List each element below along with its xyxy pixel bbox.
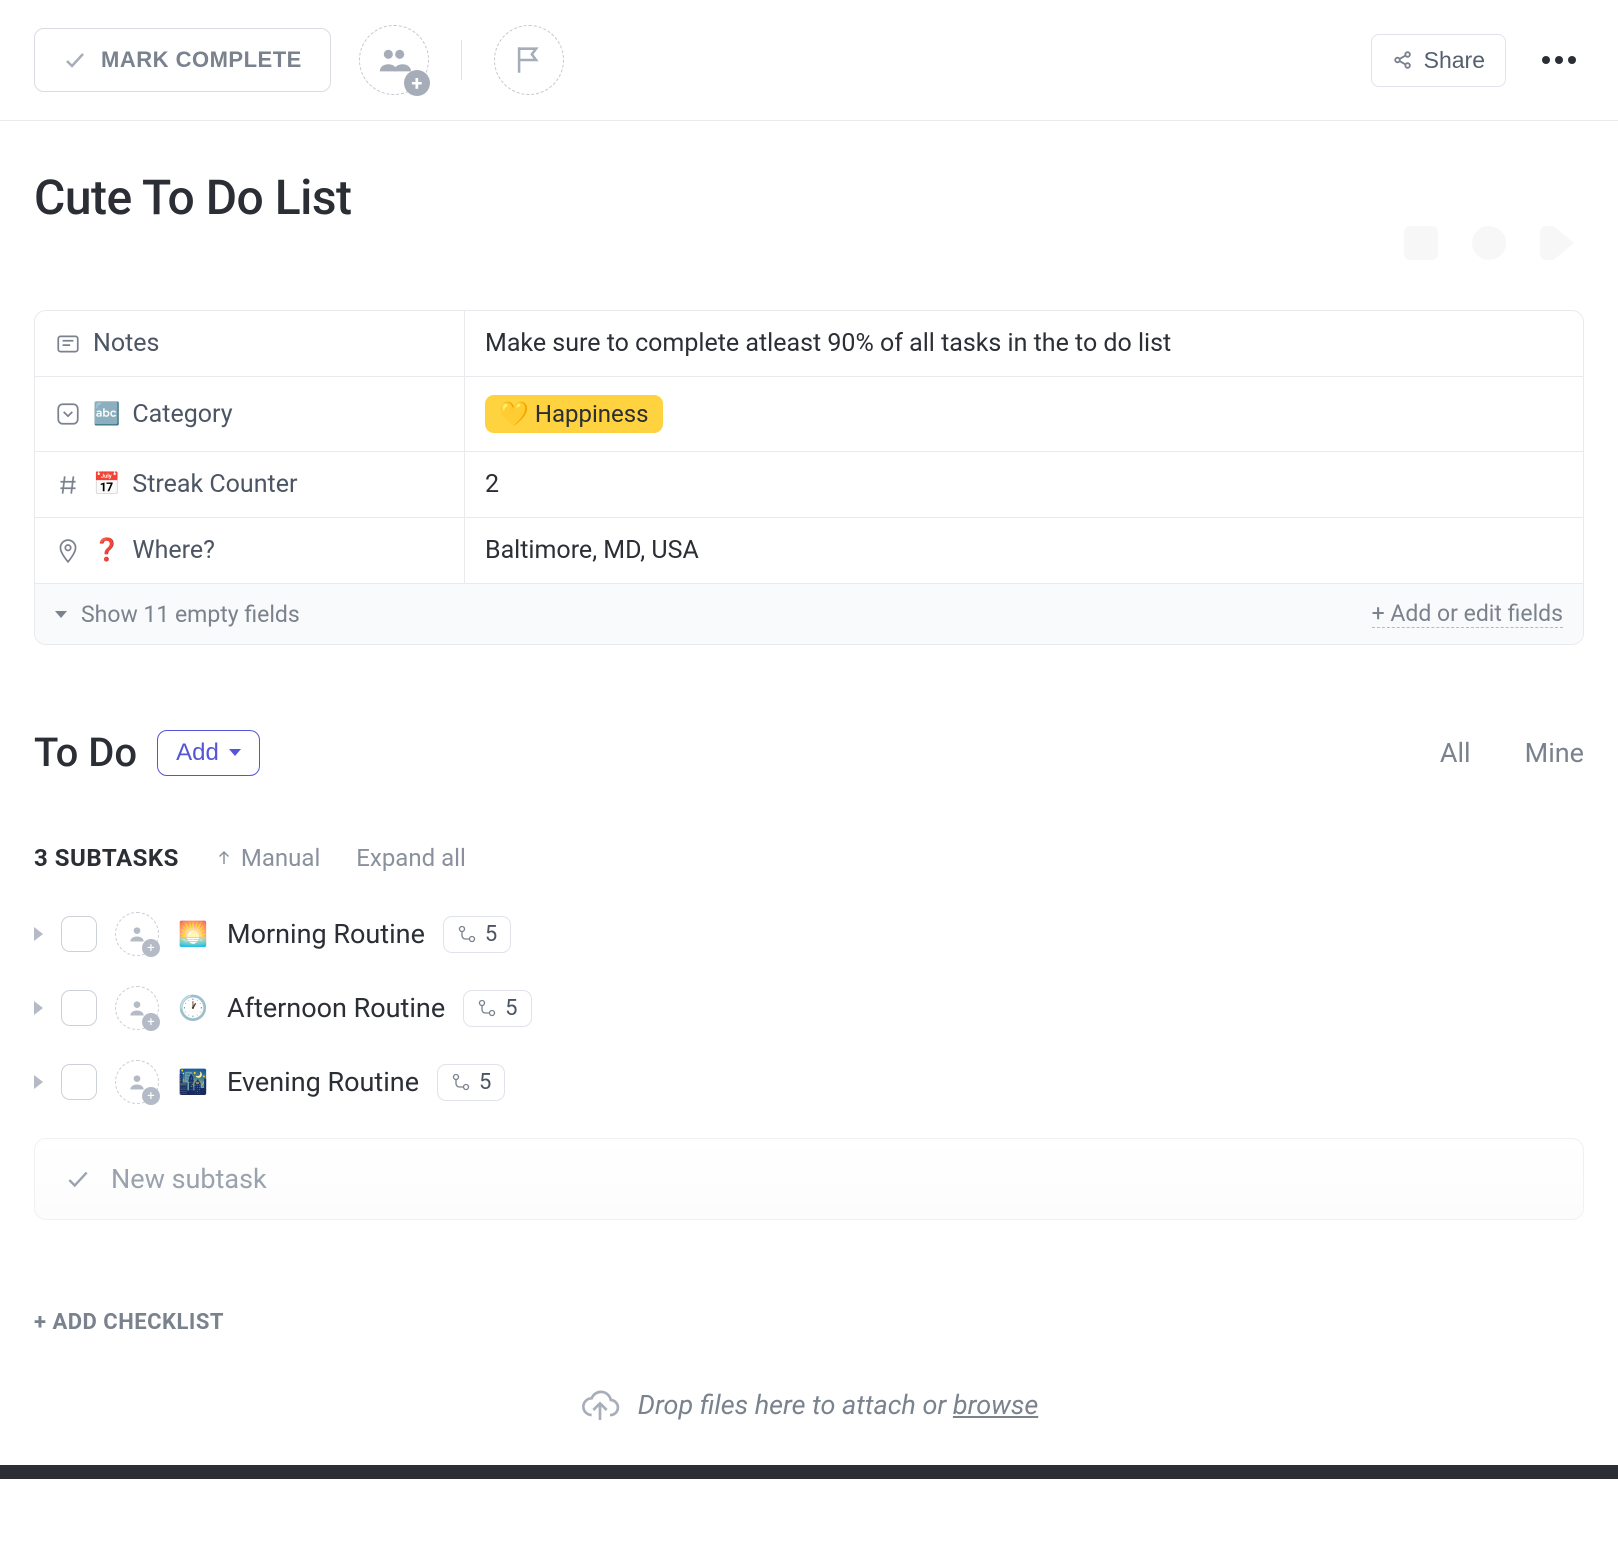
field-label: Notes	[35, 311, 465, 376]
page-title[interactable]: Cute To Do List	[34, 169, 1584, 226]
category-pill: 💛 Happiness	[485, 395, 663, 433]
field-label-text: Where?	[132, 536, 215, 565]
bottom-bar	[0, 1465, 1618, 1479]
subtask-count-label: 3 SUBTASKS	[34, 844, 179, 872]
checkbox[interactable]	[61, 916, 97, 952]
field-value[interactable]: 💛 Happiness	[465, 377, 1583, 451]
hash-icon	[55, 472, 81, 498]
plus-icon: +	[404, 70, 430, 96]
expand-all-button[interactable]: Expand all	[356, 844, 466, 872]
field-label-text: Category	[132, 400, 232, 429]
share-label: Share	[1424, 47, 1485, 74]
subtask-child-count[interactable]: 5	[443, 916, 511, 953]
task-emoji: 🌅	[177, 918, 209, 950]
mark-complete-label: MARK COMPLETE	[101, 47, 302, 73]
attachment-dropzone[interactable]: Drop files here to attach or browse	[34, 1365, 1584, 1445]
notes-icon	[55, 331, 81, 357]
subtask-icon	[477, 998, 497, 1018]
checkbox[interactable]	[61, 1064, 97, 1100]
new-subtask-placeholder: New subtask	[111, 1163, 267, 1195]
check-icon	[65, 1166, 91, 1192]
field-label-text: Streak Counter	[132, 470, 297, 499]
field-value[interactable]: Baltimore, MD, USA	[465, 518, 1583, 583]
add-assignee-button[interactable]: +	[115, 986, 159, 1030]
task-label[interactable]: Morning Routine	[227, 918, 425, 950]
field-emoji: 🔤	[93, 402, 120, 427]
caret-down-icon[interactable]	[55, 611, 67, 618]
subtask-child-count[interactable]: 5	[437, 1064, 505, 1101]
subtask-child-count[interactable]: 5	[463, 990, 531, 1027]
add-assignee-button[interactable]: +	[115, 912, 159, 956]
add-assignees-button[interactable]: +	[359, 25, 429, 95]
fields-table: Notes Make sure to complete atleast 90% …	[34, 310, 1584, 645]
field-row-streak[interactable]: 📅 Streak Counter 2	[35, 452, 1583, 518]
expand-toggle[interactable]	[34, 1001, 43, 1015]
new-subtask-input[interactable]: New subtask	[34, 1138, 1584, 1220]
sort-label-text: Manual	[241, 844, 320, 872]
field-label-text: Notes	[93, 329, 159, 358]
add-assignee-button[interactable]: +	[115, 1060, 159, 1104]
mark-complete-button[interactable]: MARK COMPLETE	[34, 28, 331, 92]
field-label: 🔤 Category	[35, 377, 465, 451]
people-icon	[377, 43, 411, 77]
plus-icon: +	[142, 939, 160, 957]
checkbox[interactable]	[61, 990, 97, 1026]
add-label: Add	[176, 739, 219, 767]
dropzone-text: Drop files here to attach or	[638, 1389, 953, 1421]
field-value[interactable]: 2	[465, 452, 1583, 517]
cloud-upload-icon	[580, 1385, 620, 1425]
field-value[interactable]: Make sure to complete atleast 90% of all…	[465, 311, 1583, 376]
add-edit-fields-link[interactable]: + Add or edit fields	[1372, 600, 1563, 628]
filter-all[interactable]: All	[1440, 737, 1471, 769]
field-label: ❓ Where?	[35, 518, 465, 583]
task-label[interactable]: Evening Routine	[227, 1066, 419, 1098]
dropdown-icon	[55, 401, 81, 427]
sort-button[interactable]: Manual	[215, 844, 320, 872]
field-emoji: 📅	[93, 472, 120, 497]
decorative-icons	[34, 226, 1584, 260]
field-row-category[interactable]: 🔤 Category 💛 Happiness	[35, 377, 1583, 452]
section-title-todo: To Do	[34, 729, 137, 776]
caret-down-icon	[229, 749, 241, 756]
plus-icon: +	[142, 1087, 160, 1105]
flag-button[interactable]	[494, 25, 564, 95]
share-button[interactable]: Share	[1371, 34, 1506, 87]
filter-mine[interactable]: Mine	[1525, 737, 1584, 769]
task-label[interactable]: Afternoon Routine	[227, 992, 445, 1024]
check-icon	[63, 48, 87, 72]
task-emoji: 🌃	[177, 1066, 209, 1098]
expand-toggle[interactable]	[34, 1075, 43, 1089]
subtask-list: + 🌅 Morning Routine 5 + 🕐 Afternoon Rout…	[34, 912, 1584, 1104]
subtask-row[interactable]: + 🌅 Morning Routine 5	[34, 912, 1584, 956]
arrow-up-icon	[215, 849, 233, 867]
show-empty-fields[interactable]: Show 11 empty fields	[81, 601, 300, 628]
field-emoji: ❓	[93, 538, 120, 563]
expand-toggle[interactable]	[34, 927, 43, 941]
share-icon	[1392, 49, 1414, 71]
pin-icon	[55, 538, 81, 564]
subtask-icon	[457, 924, 477, 944]
field-label: 📅 Streak Counter	[35, 452, 465, 517]
subtask-row[interactable]: + 🕐 Afternoon Routine 5	[34, 986, 1584, 1030]
add-checklist-button[interactable]: + ADD CHECKLIST	[34, 1310, 1584, 1335]
field-row-where[interactable]: ❓ Where? Baltimore, MD, USA	[35, 518, 1583, 584]
add-task-button[interactable]: Add	[157, 730, 260, 776]
subtask-row[interactable]: + 🌃 Evening Routine 5	[34, 1060, 1584, 1104]
plus-icon: +	[142, 1013, 160, 1031]
browse-link[interactable]: browse	[953, 1389, 1038, 1421]
divider	[461, 40, 463, 80]
subtask-icon	[451, 1072, 471, 1092]
flag-icon	[512, 43, 546, 77]
task-emoji: 🕐	[177, 992, 209, 1024]
more-menu-button[interactable]	[1534, 48, 1584, 72]
field-row-notes[interactable]: Notes Make sure to complete atleast 90% …	[35, 311, 1583, 377]
